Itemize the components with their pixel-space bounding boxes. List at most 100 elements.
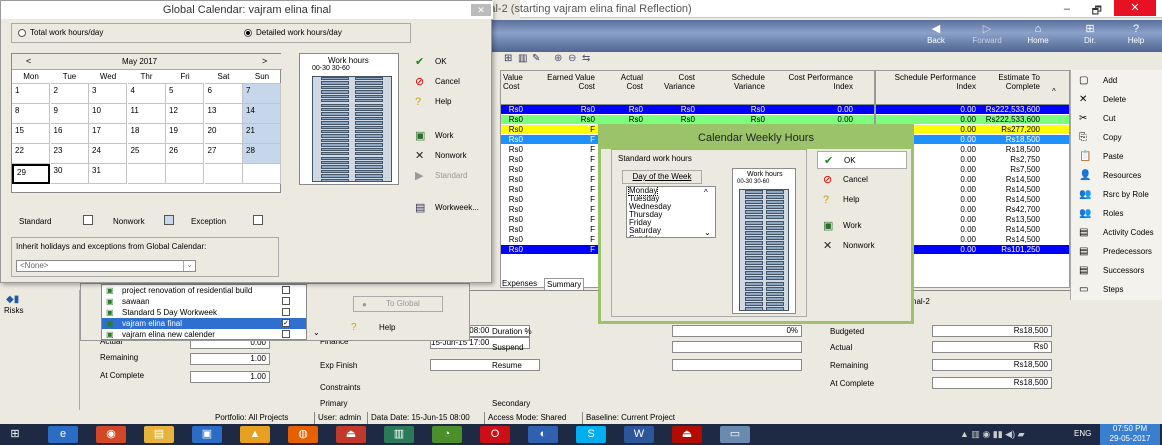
hour-slot[interactable] [321, 125, 349, 129]
calendar-day[interactable]: 8 [12, 104, 50, 124]
calendar-day[interactable]: 15 [12, 124, 50, 144]
hour-slot[interactable] [766, 251, 784, 256]
hour-slot[interactable] [745, 210, 763, 215]
col-estimate-to-complete[interactable]: Estimate To Complete [980, 73, 1040, 91]
hour-slot[interactable] [766, 281, 784, 286]
hour-slot[interactable] [321, 107, 349, 112]
hour-slot[interactable] [354, 121, 383, 125]
hour-slots[interactable] [312, 76, 392, 182]
calendar-day[interactable]: 12 [166, 104, 204, 124]
calendar-day[interactable]: 4 [127, 84, 166, 104]
clock[interactable]: 07:50 PM 29-05-2017 [1100, 424, 1160, 445]
add-button[interactable]: ▢ Add [1073, 74, 1161, 88]
back-button[interactable]: ◀ Back [914, 22, 958, 50]
calendar-day[interactable]: 17 [89, 124, 127, 144]
ie-icon[interactable]: e [48, 426, 78, 443]
hour-slot[interactable] [354, 169, 383, 174]
weekly-work-button[interactable]: ▣ Work [817, 217, 907, 235]
risks-icon[interactable]: ◆▮ [6, 294, 19, 305]
calendar-day[interactable]: 30 [50, 164, 89, 184]
steps-button[interactable]: ▭ Steps [1073, 283, 1161, 297]
cancel-button[interactable]: ⊘ Cancel [409, 73, 489, 91]
weekly-help-button[interactable]: ? Help [817, 191, 907, 209]
firefox-icon[interactable]: ◍ [288, 426, 318, 443]
calendar-day[interactable]: 9 [50, 104, 89, 124]
hour-slot[interactable] [745, 276, 763, 281]
hour-slot[interactable] [745, 271, 763, 276]
hour-slot[interactable] [354, 130, 383, 134]
calendar-day[interactable]: 3 [89, 84, 127, 104]
calendar-day[interactable] [127, 164, 166, 184]
list-scroll-icon[interactable]: ⌄ [313, 328, 320, 337]
hour-slot[interactable] [321, 81, 349, 85]
ok-button[interactable]: ✔ OK [409, 53, 489, 71]
rsrc-by-role-button[interactable]: 👥 Rsrc by Role [1073, 188, 1161, 202]
calendar-checkbox[interactable] [282, 297, 290, 305]
hour-slot[interactable] [354, 90, 383, 94]
minimize-button[interactable]: – [1064, 3, 1070, 15]
exp-finish-field[interactable] [430, 359, 540, 371]
remaining-cost-field[interactable]: Rs18,500 [932, 359, 1052, 371]
hour-slot[interactable] [745, 205, 763, 210]
table-row-right[interactable]: 0.00 Rs222,533,600 [876, 105, 1069, 114]
successors-button[interactable]: ▤ Successors [1073, 264, 1161, 278]
col-cost-variance[interactable]: Cost Variance [653, 73, 695, 91]
calendar-day[interactable]: 24 [89, 144, 127, 164]
explorer-icon[interactable]: ▤ [144, 426, 174, 443]
hour-slot[interactable] [745, 235, 763, 240]
calendar-day[interactable]: 19 [166, 124, 204, 144]
hour-slot[interactable] [766, 291, 784, 296]
hour-slot[interactable] [745, 200, 763, 205]
scroll-up-icon[interactable]: ^ [704, 188, 708, 197]
hour-slot[interactable] [321, 112, 349, 116]
zoom-out-icon[interactable]: ⊖ [568, 53, 576, 64]
calendar-day[interactable] [243, 164, 281, 184]
acrobat-icon[interactable]: ⏏ [336, 426, 366, 443]
hour-slot[interactable] [745, 306, 763, 311]
col-value-cost[interactable]: Value Cost [503, 73, 523, 91]
calendar-day[interactable]: 11 [127, 104, 166, 124]
calendar-day[interactable]: 23 [50, 144, 89, 164]
word-icon[interactable]: W [624, 426, 654, 443]
calendar-checkbox[interactable]: ✓ [282, 319, 290, 327]
hour-slot[interactable] [766, 276, 784, 281]
hour-slot[interactable] [321, 138, 349, 143]
next-month-button[interactable]: > [262, 56, 267, 66]
maximize-button[interactable]: 🗗 [1092, 2, 1102, 21]
hour-slot[interactable] [766, 261, 784, 266]
calendar-day[interactable]: 5 [166, 84, 204, 104]
hour-slot[interactable] [321, 121, 349, 125]
hour-slot[interactable] [766, 210, 784, 215]
calendar-list-item[interactable]: ▣ project renovation of residential build [102, 285, 306, 296]
hour-slot[interactable] [766, 230, 784, 235]
windows-start-icon[interactable]: ⊞ [0, 426, 30, 443]
calendar-day[interactable]: 6 [204, 84, 243, 104]
hour-slot[interactable] [321, 165, 349, 169]
hour-slot[interactable] [321, 152, 349, 156]
standard-button[interactable]: ▶ Standard [409, 167, 489, 185]
hour-slot[interactable] [745, 240, 763, 245]
hour-slot[interactable] [766, 220, 784, 225]
directory-button[interactable]: ⊞ Dir. [1068, 22, 1112, 50]
col-actual-cost[interactable]: Actual Cost [613, 73, 643, 91]
language-indicator[interactable]: ENG [1074, 429, 1091, 438]
hour-slot[interactable] [766, 301, 784, 306]
calendar-list[interactable]: ▣ project renovation of residential build… [101, 284, 307, 340]
calendar-day[interactable]: 29 [12, 164, 50, 184]
hour-slot[interactable] [321, 169, 349, 174]
hour-slot[interactable] [766, 190, 784, 195]
hour-slot[interactable] [354, 178, 383, 182]
dialog-close-button[interactable]: ✕ [471, 4, 491, 16]
calendar-day[interactable]: 20 [204, 124, 243, 144]
group-icon[interactable]: ⊞ [504, 53, 512, 64]
hour-slot[interactable] [354, 160, 383, 165]
calendar-day[interactable]: 7 [243, 84, 281, 104]
hour-slot[interactable] [745, 215, 763, 220]
day-of-week-button[interactable]: Day of the Week [622, 170, 702, 184]
app-icon[interactable]: ▥ [384, 426, 414, 443]
hour-slot[interactable] [766, 306, 784, 311]
hour-slot[interactable] [354, 112, 383, 116]
calendar-day[interactable]: 10 [89, 104, 127, 124]
home-button[interactable]: ⌂ Home [1016, 22, 1060, 50]
hour-slot[interactable] [321, 85, 349, 90]
